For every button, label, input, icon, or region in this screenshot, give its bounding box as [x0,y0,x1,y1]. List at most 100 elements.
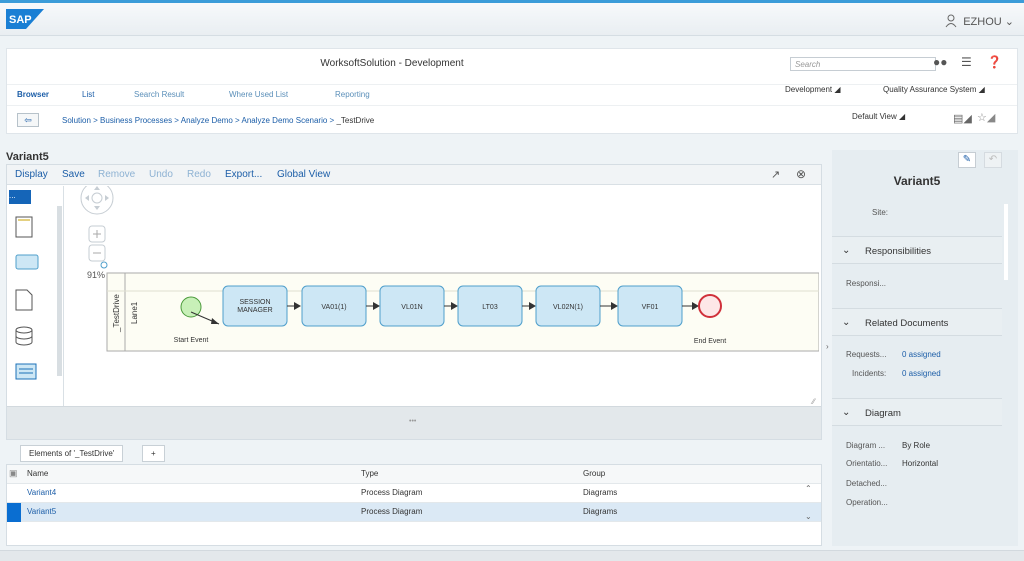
scroll-down-icon[interactable]: ⌄ [805,512,812,521]
panel-scrollbar[interactable] [1004,204,1008,280]
editor-toolbar: Display Save Remove Undo Redo Export... … [7,165,821,185]
lane-label: Lane1 [130,301,139,324]
help-icon[interactable]: ❓ [987,55,1002,69]
panel-splitter[interactable]: ••• [7,406,821,439]
column-type[interactable]: Type [361,469,378,478]
requests-value[interactable]: 0 assigned [902,350,941,359]
pool-label: _TestDrive [112,294,121,333]
pan-control-icon[interactable] [80,186,114,215]
chevron-down-icon: ⌄ [842,407,851,418]
palette-more-icon[interactable]: ... [9,190,31,204]
display-button[interactable]: Display [15,169,48,180]
default-view-select[interactable]: Default View ◢ [852,112,905,121]
tab-browser[interactable]: Browser [17,90,49,99]
properties-panel: ✎ ↶ Variant5 Site: ⌄ Responsibilities Re… [826,150,1018,546]
column-name[interactable]: Name [27,469,48,478]
step-vf01[interactable]: VF01 [617,285,683,327]
requests-label: Requests... [846,350,887,359]
step-lt03[interactable]: LT03 [457,285,523,327]
site-label: Site: [872,208,889,217]
column-group[interactable]: Group [583,469,605,478]
app-title: WorksoftSolution - Development [320,58,464,69]
screen-shape-icon[interactable] [15,363,37,383]
table-row[interactable]: Variant4 Process Diagram Diagrams [7,484,821,503]
section-responsibilities[interactable]: ⌄ Responsibilities [832,236,1002,264]
zoom-reset-icon[interactable] [100,261,108,269]
fullscreen-icon[interactable]: ↗ [771,168,780,181]
app-header: WorksoftSolution - Development Search ●●… [6,48,1018,134]
row-selector[interactable] [7,484,21,503]
back-button[interactable]: ⇦ [17,113,39,127]
document-icon[interactable]: ▤◢ [953,112,972,125]
diagram-svg: 91% _TestDrive Lane1 Start Event SESSION… [80,186,819,406]
tab-reporting[interactable]: Reporting [335,90,370,99]
global-view-button[interactable]: Global View [277,169,330,180]
step-vl01n[interactable]: VL01N [379,285,445,327]
search-input[interactable]: Search [790,57,936,71]
save-button[interactable]: Save [62,169,85,180]
redo-button[interactable]: Redo [187,169,211,180]
row-name[interactable]: Variant4 [27,488,56,497]
row-name[interactable]: Variant5 [27,507,56,516]
svg-text:VL02N(1): VL02N(1) [553,304,583,311]
user-name: EZHOU [963,16,1002,28]
shape-palette: ... [7,186,64,406]
sap-logo[interactable]: SAP [6,9,44,29]
step-va01[interactable]: VA01(1) [301,285,367,327]
breadcrumb-solution[interactable]: Solution [62,116,91,125]
export-button[interactable]: Export... [225,169,262,180]
tab-list[interactable]: List [82,90,94,99]
orientation-value: Horizontal [902,459,939,468]
tab-search-result[interactable]: Search Result [134,90,184,99]
add-tab-button[interactable]: + [142,445,165,462]
table-row[interactable]: Variant5 Process Diagram Diagrams [7,503,821,522]
end-event[interactable] [698,294,722,318]
row-selector[interactable] [7,503,21,522]
section-diagram[interactable]: ⌄ Diagram [832,398,1002,426]
list-view-icon[interactable]: ☰ [961,55,972,69]
breadcrumb-analyze-demo[interactable]: Analyze Demo [181,116,233,125]
table-header: ▣ Name Type Group [7,465,821,484]
zoom-out-icon[interactable] [88,244,106,262]
edit-icon[interactable]: ✎ [958,152,976,168]
tab-elements[interactable]: Elements of '_TestDrive' [20,445,124,462]
step-vl02n[interactable]: VL02N(1) [535,285,601,327]
tab-where-used-list[interactable]: Where Used List [229,90,288,99]
collapse-panel-icon[interactable]: › [826,342,829,351]
close-icon[interactable]: ⊗ [796,167,806,181]
step-session-manager[interactable]: SESSION MANAGER [222,285,288,327]
svg-text:SAP: SAP [9,14,32,26]
breadcrumb-row: ⇦ Solution > Business Processes > Analyz… [7,105,1017,133]
palette-scrollbar[interactable] [57,206,62,376]
drag-handle-icon[interactable]: ••• [409,418,416,425]
undo-button[interactable]: Undo [149,169,173,180]
end-event-label: End Event [694,338,726,345]
start-event[interactable] [180,296,202,318]
shell-bar: SAP EZHOU ⌄ [0,0,1024,36]
svg-text:VL01N: VL01N [401,304,422,311]
document-shape-icon[interactable] [15,289,33,311]
incidents-value[interactable]: 0 assigned [902,369,941,378]
remove-button[interactable]: Remove [98,169,135,180]
qa-system-menu[interactable]: Quality Assurance System ◢ [883,85,985,94]
orientation-label: Orientatio... [846,459,888,468]
breadcrumb-current: _TestDrive [336,116,375,125]
breadcrumb-business-processes[interactable]: Business Processes [100,116,172,125]
scroll-up-icon[interactable]: ⌃ [805,484,812,493]
database-shape-icon[interactable] [15,326,33,346]
diagram-canvas[interactable]: 91% _TestDrive Lane1 Start Event SESSION… [65,186,819,406]
binoculars-icon[interactable]: ●● [933,55,948,69]
svg-text:VF01: VF01 [642,304,659,311]
resize-handle-icon[interactable]: ∕∕ [810,397,816,406]
table-scrollbar[interactable]: ⌃ ⌄ [803,484,817,524]
zoom-in-icon[interactable] [88,225,106,243]
undo-edit-icon[interactable]: ↶ [984,152,1002,168]
select-all-icon[interactable]: ▣ [9,468,18,479]
user-menu[interactable]: EZHOU ⌄ [945,14,1014,28]
breadcrumb-analyze-demo-scenario[interactable]: Analyze Demo Scenario [241,116,327,125]
note-shape-icon[interactable] [15,216,33,238]
favorite-star-icon[interactable]: ☆◢ [977,111,995,124]
development-menu[interactable]: Development ◢ [785,85,841,94]
section-related-documents[interactable]: ⌄ Related Documents [832,308,1002,336]
task-shape-icon[interactable] [15,254,39,270]
